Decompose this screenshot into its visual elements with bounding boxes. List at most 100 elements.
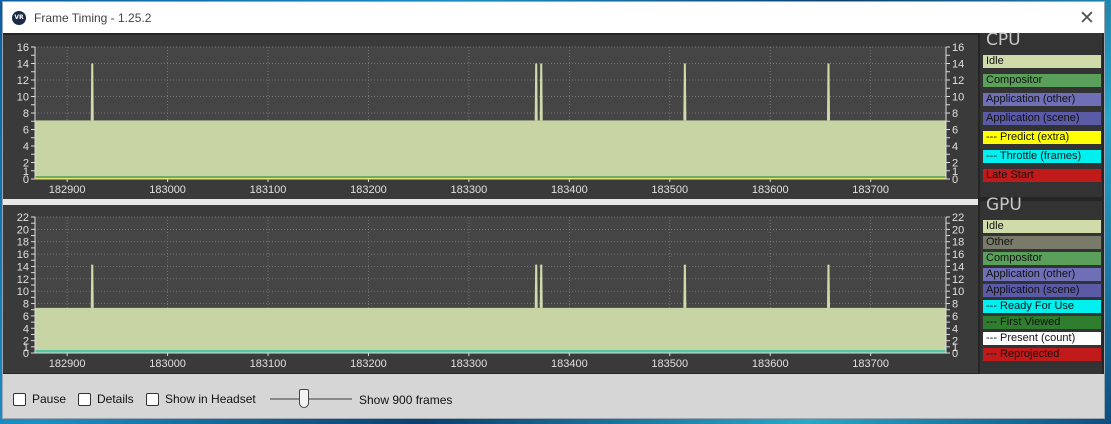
cpu-y-tick-label-left: 10: [17, 92, 29, 104]
cpu-y-tick-label-left: 12: [17, 75, 29, 87]
cpu-y-tick-label-right: 2: [952, 158, 958, 170]
gpu-y-tick-label-right: 6: [952, 311, 958, 323]
gpu-x-tick-label: 182900: [49, 358, 86, 370]
cpu-x-tick-label: 183500: [651, 184, 688, 196]
close-icon: ✕: [1079, 6, 1095, 29]
cpu-legend-predict-extra: --- Predict (extra): [983, 131, 1101, 144]
gpu-y-tick-label-right: 8: [952, 299, 958, 311]
cpu-legend-application-scene: Application (scene): [983, 112, 1101, 125]
frame-timing-window: VR Frame Timing - 1.25.2 ✕ 0011224466881…: [2, 1, 1105, 419]
pause-checkbox[interactable]: Pause: [13, 392, 66, 406]
title-bar: VR Frame Timing - 1.25.2 ✕: [3, 2, 1104, 33]
cpu-idle-spike: [826, 63, 830, 121]
cpu-legend-compositor: Compositor: [983, 74, 1101, 87]
pause-checkbox-box[interactable]: [13, 392, 26, 406]
cpu-x-tick-label: 183100: [250, 184, 287, 196]
cpu-idle-spike: [90, 63, 94, 121]
cpu-legend-title: CPU: [986, 30, 1021, 50]
frames-slider[interactable]: [270, 389, 352, 409]
gpu-y-tick-label-right: 22: [952, 212, 964, 224]
cpu-y-tick-label-left: 4: [23, 141, 29, 153]
close-button[interactable]: ✕: [1070, 2, 1104, 33]
gpu-x-tick-label: 183400: [551, 358, 588, 370]
gpu-y-tick-label-left: 22: [17, 212, 29, 224]
gpu-x-tick-label: 183100: [250, 358, 287, 370]
cpu-legend-application-other: Application (other): [983, 93, 1101, 106]
cpu-y-tick-label-right: 12: [952, 75, 964, 87]
cpu-y-tick-label-right: 10: [952, 92, 964, 104]
gpu-y-tick-label-right: 4: [952, 323, 958, 335]
cpu-legend-late-start: Late Start: [983, 169, 1101, 182]
gpu-x-tick-label: 183600: [752, 358, 789, 370]
gpu-legend-present-count: --- Present (count): [983, 332, 1101, 345]
gpu-y-tick-label-right: 20: [952, 224, 964, 236]
gpu-y-tick-label-left: 12: [17, 274, 29, 286]
gpu-legend-idle: Idle: [983, 220, 1101, 233]
details-checkbox[interactable]: Details: [78, 392, 134, 406]
details-label: Details: [97, 392, 134, 406]
gpu-y-tick-label-left: 4: [23, 323, 29, 335]
gpu-idle-spike: [683, 264, 687, 308]
gpu-y-tick-label-right: 12: [952, 274, 964, 286]
gpu-legend-reprojected: --- Reprojected: [983, 348, 1101, 361]
show-in-headset-checkbox-box[interactable]: [146, 392, 159, 406]
gpu-y-tick-label-right: 18: [952, 237, 964, 249]
frames-count-label: Show 900 frames: [359, 393, 453, 407]
gpu-y-tick-label-right: 10: [952, 286, 964, 298]
cpu-y-tick-label-left: 16: [17, 42, 29, 54]
cpu-y-tick-label-right: 8: [952, 108, 958, 120]
gpu-x-tick-label: 183300: [451, 358, 488, 370]
gpu-legend-compositor: Compositor: [983, 252, 1101, 265]
cpu-idle-spike: [534, 63, 538, 121]
gpu-legend: GPU Idle Other Compositor Application (othe…: [980, 195, 1102, 374]
gpu-legend-ready-for-use: --- Ready For Use: [983, 300, 1101, 313]
pause-label: Pause: [32, 392, 67, 406]
slider-track[interactable]: [270, 398, 352, 400]
gpu-y-tick-label-left: 16: [17, 249, 29, 261]
cpu-y-tick-label-right: 16: [952, 42, 964, 54]
gpu-timing-chart: 0 0 1 1 2 2 4 4 6 6 8 8 10 10 12 12 14 14 16 16 18 18 20 20 22 22…: [3, 205, 978, 373]
cpu-y-tick-label-right: 6: [952, 125, 958, 137]
slider-thumb[interactable]: [299, 389, 309, 408]
gpu-y-tick-label-left: 8: [23, 299, 29, 311]
cpu-x-tick-label: 183000: [149, 184, 186, 196]
gpu-legend-application-scene: Application (scene): [983, 284, 1101, 297]
gpu-y-tick-label-left: 6: [23, 311, 29, 323]
cpu-y-tick-label-right: 14: [952, 59, 964, 71]
gpu-x-tick-label: 183500: [651, 358, 688, 370]
gpu-y-tick-label-left: 10: [17, 286, 29, 298]
gpu-x-tick-label: 183700: [852, 358, 889, 370]
cpu-legend: CPU Idle Compositor Application (other) App…: [980, 30, 1102, 197]
gpu-legend-title: GPU: [986, 195, 1022, 215]
gpu-legend-application-other: Application (other): [983, 268, 1101, 281]
gpu-y-tick-label-right: 16: [952, 249, 964, 261]
gpu-x-tick-label: 183000: [149, 358, 186, 370]
gpu-y-tick-label-left: 2: [23, 336, 29, 348]
graph-area: 0 0 1 1 2 2 4 4 6 6 8 8 10 10 12 12 14 14 16 16 182900 183000…: [3, 30, 1104, 374]
gpu-legend-first-viewed: --- First Viewed: [983, 316, 1101, 329]
cpu-x-tick-label: 183700: [852, 184, 889, 196]
gpu-x-tick-label: 183200: [350, 358, 387, 370]
show-in-headset-label: Show in Headset: [165, 392, 256, 406]
steamvr-logo-icon: VR: [12, 10, 26, 25]
cpu-x-tick-label: 182900: [49, 184, 86, 196]
cpu-y-tick-label-left: 14: [17, 59, 29, 71]
gpu-idle-area: [35, 307, 946, 353]
gpu-idle-spike: [534, 264, 538, 308]
controls-bar: Pause Details Show in Headset Show 900 f…: [3, 374, 1104, 418]
gpu-y-tick-label-left: 14: [17, 261, 29, 273]
cpu-x-tick-label: 183300: [451, 184, 488, 196]
cpu-idle-area: [35, 120, 946, 179]
gpu-y-tick-label-right: 2: [952, 336, 958, 348]
cpu-legend-idle: Idle: [983, 55, 1101, 68]
show-in-headset-checkbox[interactable]: Show in Headset: [146, 392, 256, 406]
gpu-idle-spike: [826, 264, 830, 308]
gpu-idle-spike: [539, 264, 543, 308]
cpu-idle-spike: [539, 63, 543, 121]
window-title: Frame Timing - 1.25.2: [34, 10, 152, 25]
cpu-y-tick-label-right: 4: [952, 141, 958, 153]
cpu-idle-spike: [683, 63, 687, 121]
cpu-x-tick-label: 183400: [551, 184, 588, 196]
details-checkbox-box[interactable]: [78, 392, 91, 406]
gpu-y-tick-label-right: 14: [952, 261, 964, 273]
